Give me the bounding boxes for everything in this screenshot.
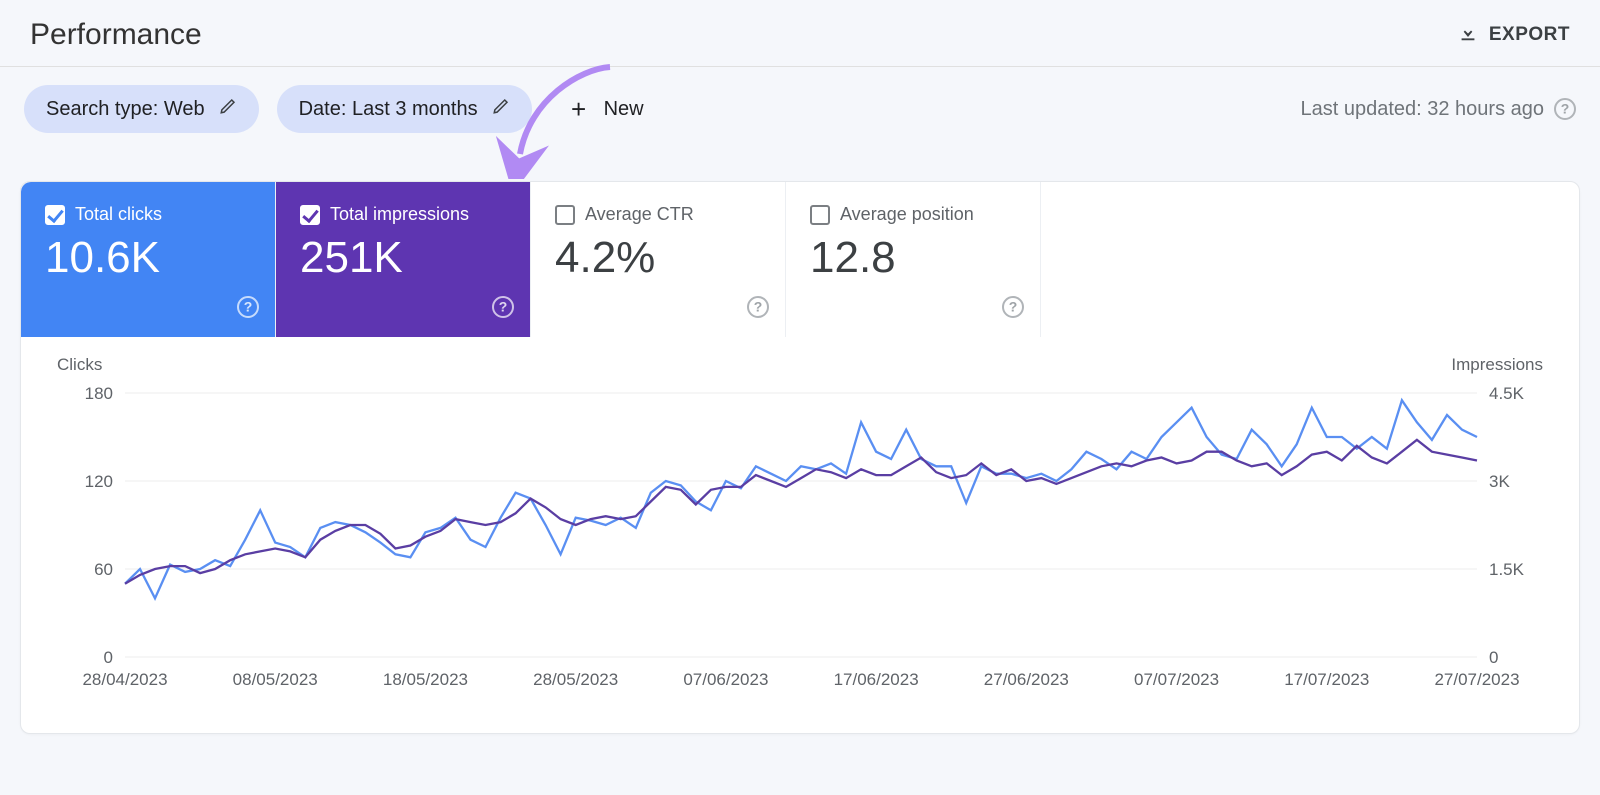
checkbox-checked-icon [300,205,320,225]
svg-text:27/06/2023: 27/06/2023 [984,670,1069,689]
export-button[interactable]: EXPORT [1457,21,1570,49]
filter-chip-date[interactable]: Date: Last 3 months [277,85,532,133]
help-icon[interactable] [1554,98,1576,120]
svg-text:27/07/2023: 27/07/2023 [1434,670,1519,689]
y-axis-right-title: Impressions [1451,355,1543,375]
svg-text:18/05/2023: 18/05/2023 [383,670,468,689]
metric-value: 4.2% [555,233,761,283]
checkbox-unchecked-icon [810,205,830,225]
svg-text:0: 0 [104,648,113,667]
last-updated-text: Last updated: 32 hours ago [1300,98,1544,121]
metric-tile-total-impressions[interactable]: Total impressions 251K [276,182,531,337]
add-filter-label: New [604,98,644,121]
page-title: Performance [30,18,202,52]
plus-icon: + [568,94,590,125]
svg-text:4.5K: 4.5K [1489,384,1525,403]
performance-card: Total clicks 10.6K Total impressions 251… [20,181,1580,734]
svg-text:120: 120 [85,472,113,491]
export-label: EXPORT [1489,24,1570,46]
metric-label: Average CTR [585,204,694,225]
help-icon[interactable] [237,296,259,318]
metric-value: 251K [300,233,506,283]
svg-text:28/04/2023: 28/04/2023 [82,670,167,689]
metric-tile-total-clicks[interactable]: Total clicks 10.6K [21,182,276,337]
help-icon[interactable] [492,296,514,318]
last-updated: Last updated: 32 hours ago [1300,98,1576,121]
svg-text:07/07/2023: 07/07/2023 [1134,670,1219,689]
svg-text:28/05/2023: 28/05/2023 [533,670,618,689]
metric-tile-average-ctr[interactable]: Average CTR 4.2% [531,182,786,337]
checkbox-unchecked-icon [555,205,575,225]
svg-text:180: 180 [85,384,113,403]
metric-label: Total impressions [330,204,469,225]
filter-chip-search-type[interactable]: Search type: Web [24,85,259,133]
chart-container: Clicks Impressions 180 120 60 0 4.5K 3K 1.5K 0 2… [21,337,1579,733]
metric-label: Total clicks [75,204,162,225]
metric-label: Average position [840,204,974,225]
checkbox-checked-icon [45,205,65,225]
filter-chip-search-type-label: Search type: Web [46,98,205,121]
svg-text:17/06/2023: 17/06/2023 [834,670,919,689]
header-bar: Performance EXPORT [0,0,1600,67]
metric-tile-average-position[interactable]: Average position 12.8 [786,182,1041,337]
help-icon[interactable] [747,296,769,318]
performance-chart: 180 120 60 0 4.5K 3K 1.5K 0 28/04/2023 08/05/2023… [51,363,1551,703]
pencil-icon [492,97,510,121]
y-axis-left-title: Clicks [57,355,102,375]
svg-text:1.5K: 1.5K [1489,560,1525,579]
svg-text:60: 60 [94,560,113,579]
metric-value: 10.6K [45,233,251,283]
metric-tiles: Total clicks 10.6K Total impressions 251… [21,182,1579,337]
svg-text:17/07/2023: 17/07/2023 [1284,670,1369,689]
download-icon [1457,21,1479,49]
metric-value: 12.8 [810,233,1016,283]
svg-text:3K: 3K [1489,472,1510,491]
filter-chip-date-label: Date: Last 3 months [299,98,478,121]
pencil-icon [219,97,237,121]
svg-text:0: 0 [1489,648,1498,667]
svg-text:08/05/2023: 08/05/2023 [233,670,318,689]
svg-text:07/06/2023: 07/06/2023 [683,670,768,689]
filters-row: Search type: Web Date: Last 3 months + N… [0,67,1600,181]
help-icon[interactable] [1002,296,1024,318]
add-filter-button[interactable]: + New [550,94,650,125]
